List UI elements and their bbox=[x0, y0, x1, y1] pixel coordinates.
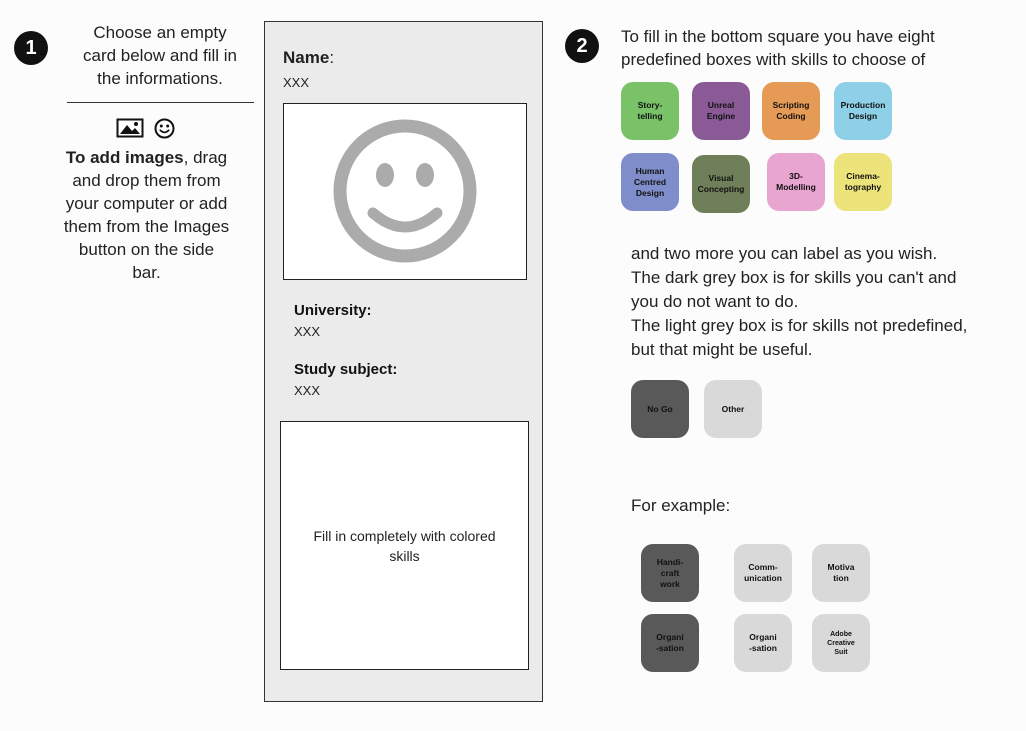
skill-tile-other[interactable]: Other bbox=[704, 380, 762, 438]
skill-tile-3d-modelling[interactable]: 3D- Modelling bbox=[767, 153, 825, 211]
example-tile-motivation[interactable]: Motiva tion bbox=[812, 544, 870, 602]
photo-placeholder[interactable] bbox=[283, 103, 527, 280]
skill-tile-unreal-engine[interactable]: Unreal Engine bbox=[692, 82, 750, 140]
skill-tile-label: Motiva tion bbox=[827, 562, 855, 583]
skill-tile-label: Other bbox=[721, 403, 745, 414]
profile-card[interactable]: Name: XXX University: XXX Study subject:… bbox=[264, 21, 543, 702]
skill-tile-label: No Go bbox=[647, 403, 673, 414]
skill-tile-scripting-coding[interactable]: Scripting Coding bbox=[762, 82, 820, 140]
skill-tile-label: Handi- craft work bbox=[656, 556, 684, 589]
skills-placeholder-text: Fill in completely with colored skills bbox=[313, 527, 496, 564]
skill-tile-label: Human Centred Design bbox=[633, 165, 667, 198]
example-tile-organisation-light[interactable]: Organi -sation bbox=[734, 614, 792, 672]
step-2-intro: To fill in the bottom square you have ei… bbox=[621, 27, 935, 69]
skill-tile-label: Visual Concepting bbox=[697, 173, 745, 194]
skill-tile-label: Production Design bbox=[840, 100, 886, 121]
university-value[interactable]: XXX bbox=[294, 324, 320, 339]
image-hint-rest: , drag and drop them from your computer … bbox=[63, 148, 230, 282]
skill-tile-label: Story- telling bbox=[637, 100, 663, 121]
divider bbox=[67, 102, 254, 103]
skill-tile-production-design[interactable]: Production Design bbox=[834, 82, 892, 140]
step-1-badge: 1 bbox=[14, 31, 48, 65]
image-hint: To add images, drag and drop them from y… bbox=[44, 146, 249, 284]
smiley-icon bbox=[154, 118, 175, 144]
example-tile-communication[interactable]: Comm- unication bbox=[734, 544, 792, 602]
icon-row bbox=[116, 118, 178, 140]
name-label-row: Name: bbox=[283, 48, 334, 68]
example-tile-adobe-creative-suit[interactable]: Adobe Creative Suit bbox=[812, 614, 870, 672]
study-subject-value[interactable]: XXX bbox=[294, 383, 320, 398]
example-tile-organisation-dark[interactable]: Organi -sation bbox=[641, 614, 699, 672]
skill-tile-label: Adobe Creative Suit bbox=[827, 630, 855, 656]
custom-skills-text: and two more you can label as you wish. … bbox=[631, 244, 968, 359]
smiley-face-icon bbox=[331, 117, 479, 270]
skill-tile-storytelling[interactable]: Story- telling bbox=[621, 82, 679, 140]
step-2-badge: 2 bbox=[565, 29, 599, 63]
skill-tile-label: Organi -sation bbox=[656, 632, 684, 653]
skill-tile-label: Unreal Engine bbox=[706, 100, 736, 121]
skill-tile-label: Cinema- tography bbox=[844, 171, 882, 192]
skill-tile-label: Organi -sation bbox=[749, 632, 777, 653]
image-hint-bold: To add images bbox=[65, 148, 184, 167]
skill-tile-no-go[interactable]: No Go bbox=[631, 380, 689, 438]
name-value[interactable]: XXX bbox=[283, 75, 309, 90]
name-label: Name bbox=[283, 48, 330, 67]
skill-tile-visual-concepting[interactable]: Visual Concepting bbox=[692, 155, 750, 213]
step-1-instruction: Choose an empty card below and fill in t… bbox=[82, 23, 238, 88]
study-subject-label: Study subject: bbox=[294, 361, 398, 378]
skill-tile-label: Scripting Coding bbox=[772, 100, 810, 121]
skill-tile-human-centred-design[interactable]: Human Centred Design bbox=[621, 153, 679, 211]
skill-tile-cinematography[interactable]: Cinema- tography bbox=[834, 153, 892, 211]
university-label: University: bbox=[294, 302, 372, 319]
image-icon bbox=[116, 118, 144, 143]
example-label: For example: bbox=[631, 496, 731, 515]
skill-tile-label: 3D- Modelling bbox=[776, 171, 816, 192]
skills-drop-area[interactable]: Fill in completely with colored skills bbox=[280, 421, 529, 670]
skill-tile-label: Comm- unication bbox=[744, 562, 782, 583]
name-colon: : bbox=[329, 48, 335, 67]
example-tile-handicraft-work[interactable]: Handi- craft work bbox=[641, 544, 699, 602]
